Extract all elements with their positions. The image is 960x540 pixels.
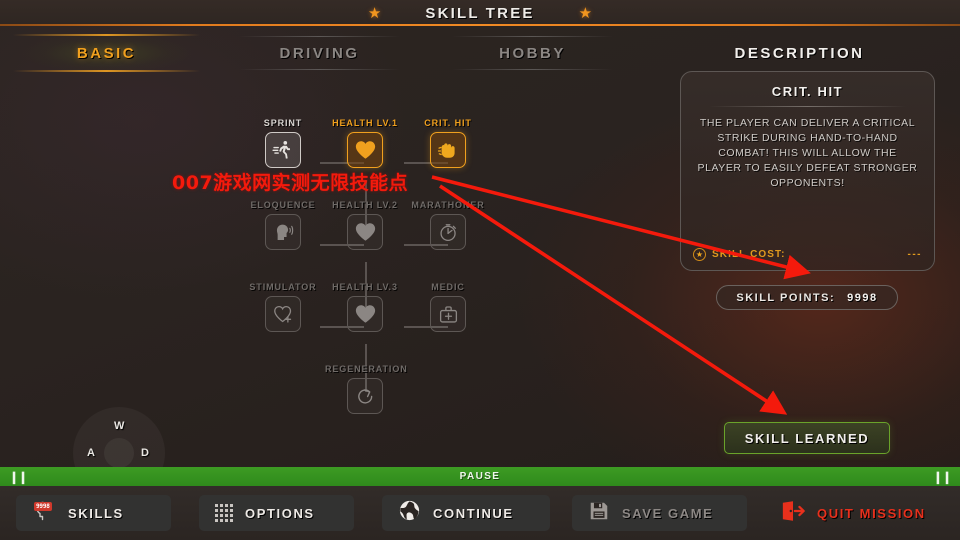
skills-button[interactable]: 9998 SKILLS [16, 495, 171, 531]
running-man-icon [265, 132, 301, 168]
skill-node-stimulator-label: STIMULATOR [249, 282, 317, 292]
tab-hobby-label: HOBBY [499, 44, 566, 62]
speaking-head-icon [265, 214, 301, 250]
options-button-label: OPTIONS [245, 505, 315, 521]
skill-node-health-lv2-label: HEALTH LV.2 [332, 200, 398, 210]
skill-node-regeneration-label: REGENERATION [325, 364, 408, 374]
skill-cost-value: --- [907, 249, 922, 260]
skill-node-marathoner[interactable]: MARATHONER [408, 200, 488, 250]
skill-tree-graph: SPRINT HEALTH LV.1 CRIT. HIT ELOQUENCE H… [220, 110, 520, 430]
heart-icon-lv2 [347, 214, 383, 250]
joystick-key-up[interactable]: W [114, 420, 124, 432]
description-title: CRIT. HIT [771, 84, 844, 99]
save-game-button-label: SAVE GAME [622, 505, 714, 521]
tab-basic[interactable]: BASIC [0, 28, 213, 78]
skill-cost-label: SKILL COST: [712, 249, 786, 260]
skill-node-sprint[interactable]: SPRINT [243, 118, 323, 168]
title-bar: ★ SKILL TREE ★ [0, 0, 960, 26]
skill-node-eloquence[interactable]: ELOQUENCE [243, 200, 323, 250]
skill-points-value: 9998 [847, 291, 878, 304]
skill-node-crit-hit-label: CRIT. HIT [424, 118, 472, 128]
description-divider [708, 106, 907, 107]
skills-badge: 9998 [34, 502, 52, 511]
skill-node-crit-hit[interactable]: CRIT. HIT [408, 118, 488, 168]
skill-learned-button[interactable]: SKILL LEARNED [724, 422, 890, 454]
joystick-key-right[interactable]: D [141, 447, 149, 459]
tab-driving[interactable]: DRIVING [213, 28, 426, 78]
description-body: THE PLAYER CAN DELIVER A CRITICAL STRIKE… [697, 117, 918, 189]
skill-cost-row: ★ SKILL COST: --- [693, 248, 922, 261]
floppy-disk-icon [588, 500, 610, 527]
skills-button-label: SKILLS [68, 505, 124, 521]
skill-node-marathoner-label: MARATHONER [411, 200, 485, 210]
pause-bar[interactable]: ❙❙ PAUSE ❙❙ [0, 467, 960, 486]
refresh-circle-icon [347, 378, 383, 414]
heart-icon-lv3 [347, 296, 383, 332]
save-game-button[interactable]: SAVE GAME [572, 495, 747, 531]
skill-points-box: SKILL POINTS: 9998 [716, 285, 898, 310]
star-badge-icon: ★ [693, 248, 706, 261]
heart-plus-icon [265, 296, 301, 332]
skill-node-eloquence-label: ELOQUENCE [250, 200, 316, 210]
options-button[interactable]: OPTIONS [199, 495, 354, 531]
stopwatch-icon [430, 214, 466, 250]
heart-icon-lv1 [347, 132, 383, 168]
tab-description-label: DESCRIPTION [734, 44, 865, 62]
continue-button-label: CONTINUE [433, 505, 514, 521]
pause-bar-label: PAUSE [459, 471, 501, 482]
pause-icon-left[interactable]: ❙❙ [9, 470, 28, 484]
globe-icon [398, 499, 421, 527]
skill-node-stimulator[interactable]: STIMULATOR [243, 282, 323, 332]
joystick-key-left[interactable]: A [87, 447, 95, 459]
star-icon-right: ★ [578, 4, 593, 22]
quit-mission-button[interactable]: QUIT MISSION [765, 495, 943, 531]
skill-tree-screen: ★ SKILL TREE ★ BASIC DRIVING HOBBY DESCR… [0, 0, 960, 540]
joystick-knob[interactable] [104, 438, 134, 468]
skill-node-regeneration[interactable]: REGENERATION [325, 364, 408, 414]
medkit-icon [430, 296, 466, 332]
quit-mission-button-label: QUIT MISSION [817, 505, 926, 521]
exit-door-icon [781, 500, 805, 527]
star-icon-left: ★ [367, 4, 382, 22]
continue-button[interactable]: CONTINUE [382, 495, 550, 531]
tab-driving-label: DRIVING [279, 44, 360, 62]
skill-node-health-lv1[interactable]: HEALTH LV.1 [325, 118, 405, 168]
skill-node-medic-label: MEDIC [431, 282, 465, 292]
skill-node-health-lv2[interactable]: HEALTH LV.2 [325, 200, 405, 250]
bottom-toolbar: 9998 SKILLS OPTIONS CONTINUE SAVE GAME Q… [0, 486, 960, 540]
description-panel: CRIT. HIT THE PLAYER CAN DELIVER A CRITI… [680, 71, 935, 271]
watermark-text: 007游戏网实测无限技能点 [172, 172, 409, 194]
grid-dots-icon [215, 504, 233, 522]
fist-punch-icon [430, 132, 466, 168]
page-title: SKILL TREE [425, 4, 535, 22]
pause-icon-right[interactable]: ❙❙ [933, 470, 952, 484]
skill-node-medic[interactable]: MEDIC [408, 282, 488, 332]
skill-points-label: SKILL POINTS: [736, 291, 836, 304]
skill-node-health-lv3-label: HEALTH LV.3 [332, 282, 398, 292]
skill-node-health-lv3[interactable]: HEALTH LV.3 [325, 282, 405, 332]
skill-node-sprint-label: SPRINT [263, 118, 303, 128]
tab-hobby[interactable]: HOBBY [426, 28, 639, 78]
skill-node-health-lv1-label: HEALTH LV.1 [332, 118, 398, 128]
tab-basic-label: BASIC [76, 44, 137, 62]
